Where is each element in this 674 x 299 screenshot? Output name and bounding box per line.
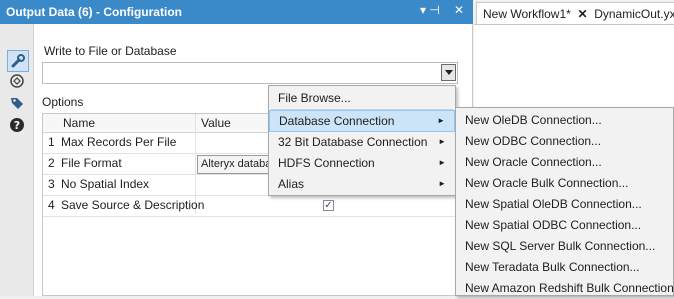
menu-item-file-browse[interactable]: File Browse... <box>269 87 455 109</box>
submenu-arrow-icon: ► <box>437 116 445 125</box>
menu-item-label: 32 Bit Database Connection <box>278 135 428 149</box>
tab-dynamicout-label[interactable]: DynamicOut.yxmd <box>594 7 674 21</box>
submenu-arrow-icon: ► <box>438 137 446 146</box>
row-number: 1 <box>48 135 55 149</box>
options-label: Options <box>42 95 84 109</box>
submenu-arrow-icon: ► <box>438 158 446 167</box>
menu-item-label: Alias <box>278 177 305 191</box>
write-destination-input[interactable] <box>42 62 458 84</box>
option-file-format[interactable]: File Format <box>61 153 122 174</box>
submenu-item-odbc[interactable]: New ODBC Connection... <box>456 130 673 152</box>
menu-item-hdfs-connection[interactable]: HDFS Connection ► <box>269 152 455 174</box>
option-save-source[interactable]: Save Source & Description <box>61 195 204 216</box>
menu-item-label: Database Connection <box>279 114 395 128</box>
submenu-arrow-icon: ► <box>438 179 446 188</box>
option-no-spatial-index[interactable]: No Spatial Index <box>61 174 149 195</box>
svg-text:?: ? <box>14 119 20 132</box>
menu-item-alias[interactable]: Alias ► <box>269 173 455 195</box>
tab-label: New Workflow1* ✕ DynamicOut.yxmd <box>483 7 674 21</box>
option-max-records[interactable]: Max Records Per File <box>61 132 176 153</box>
submenu-item-oledb[interactable]: New OleDB Connection... <box>456 109 673 131</box>
tab-new-workflow[interactable]: New Workflow1* ✕ DynamicOut.yxmd <box>476 2 674 24</box>
submenu-item-spatial-oledb[interactable]: New Spatial OleDB Connection... <box>456 193 673 215</box>
tab-new-workflow-label: New Workflow1* <box>483 7 571 21</box>
help-icon[interactable]: ? <box>8 116 26 134</box>
panel-titlebar: Output Data (6) - Configuration ▾ ⊣ ✕ <box>0 0 473 24</box>
tool-connection-icon[interactable] <box>8 72 26 90</box>
submenu-item-oracle-bulk[interactable]: New Oracle Bulk Connection... <box>456 172 673 194</box>
tool-strip: ? <box>0 24 34 296</box>
submenu-item-sql-server-bulk[interactable]: New SQL Server Bulk Connection... <box>456 235 673 257</box>
header-value: Value <box>201 116 231 130</box>
dropdown-button[interactable] <box>441 64 456 81</box>
database-connection-submenu: New OleDB Connection... New ODBC Connect… <box>455 107 674 296</box>
tab-close-icon[interactable]: ✕ <box>577 7 587 21</box>
menu-item-label: HDFS Connection <box>278 156 375 170</box>
wrench-icon[interactable] <box>7 50 29 72</box>
chevron-down-icon <box>444 70 453 75</box>
row-divider <box>43 216 457 217</box>
menu-item-label: File Browse... <box>278 91 351 105</box>
submenu-item-spatial-odbc[interactable]: New Spatial ODBC Connection... <box>456 214 673 236</box>
menu-item-database-connection[interactable]: Database Connection ► <box>269 110 455 132</box>
save-source-checkbox[interactable]: ✓ <box>323 200 334 211</box>
write-label: Write to File or Database <box>44 44 177 58</box>
panel-title: Output Data (6) - Configuration <box>6 5 182 19</box>
header-name: Name <box>63 116 96 130</box>
row-number: 2 <box>48 156 55 170</box>
close-icon[interactable]: ✕ <box>454 3 464 17</box>
pin-icon[interactable]: ▾ ⊣ <box>420 3 440 17</box>
menu-item-32bit-connection[interactable]: 32 Bit Database Connection ► <box>269 131 455 153</box>
submenu-item-oracle[interactable]: New Oracle Connection... <box>456 151 673 173</box>
tag-icon[interactable] <box>8 94 26 112</box>
browse-menu: File Browse... Database Connection ► 32 … <box>268 85 456 196</box>
submenu-item-teradata-bulk[interactable]: New Teradata Bulk Connection... <box>456 256 673 278</box>
row-number: 4 <box>48 198 55 212</box>
row-number: 3 <box>48 177 55 191</box>
